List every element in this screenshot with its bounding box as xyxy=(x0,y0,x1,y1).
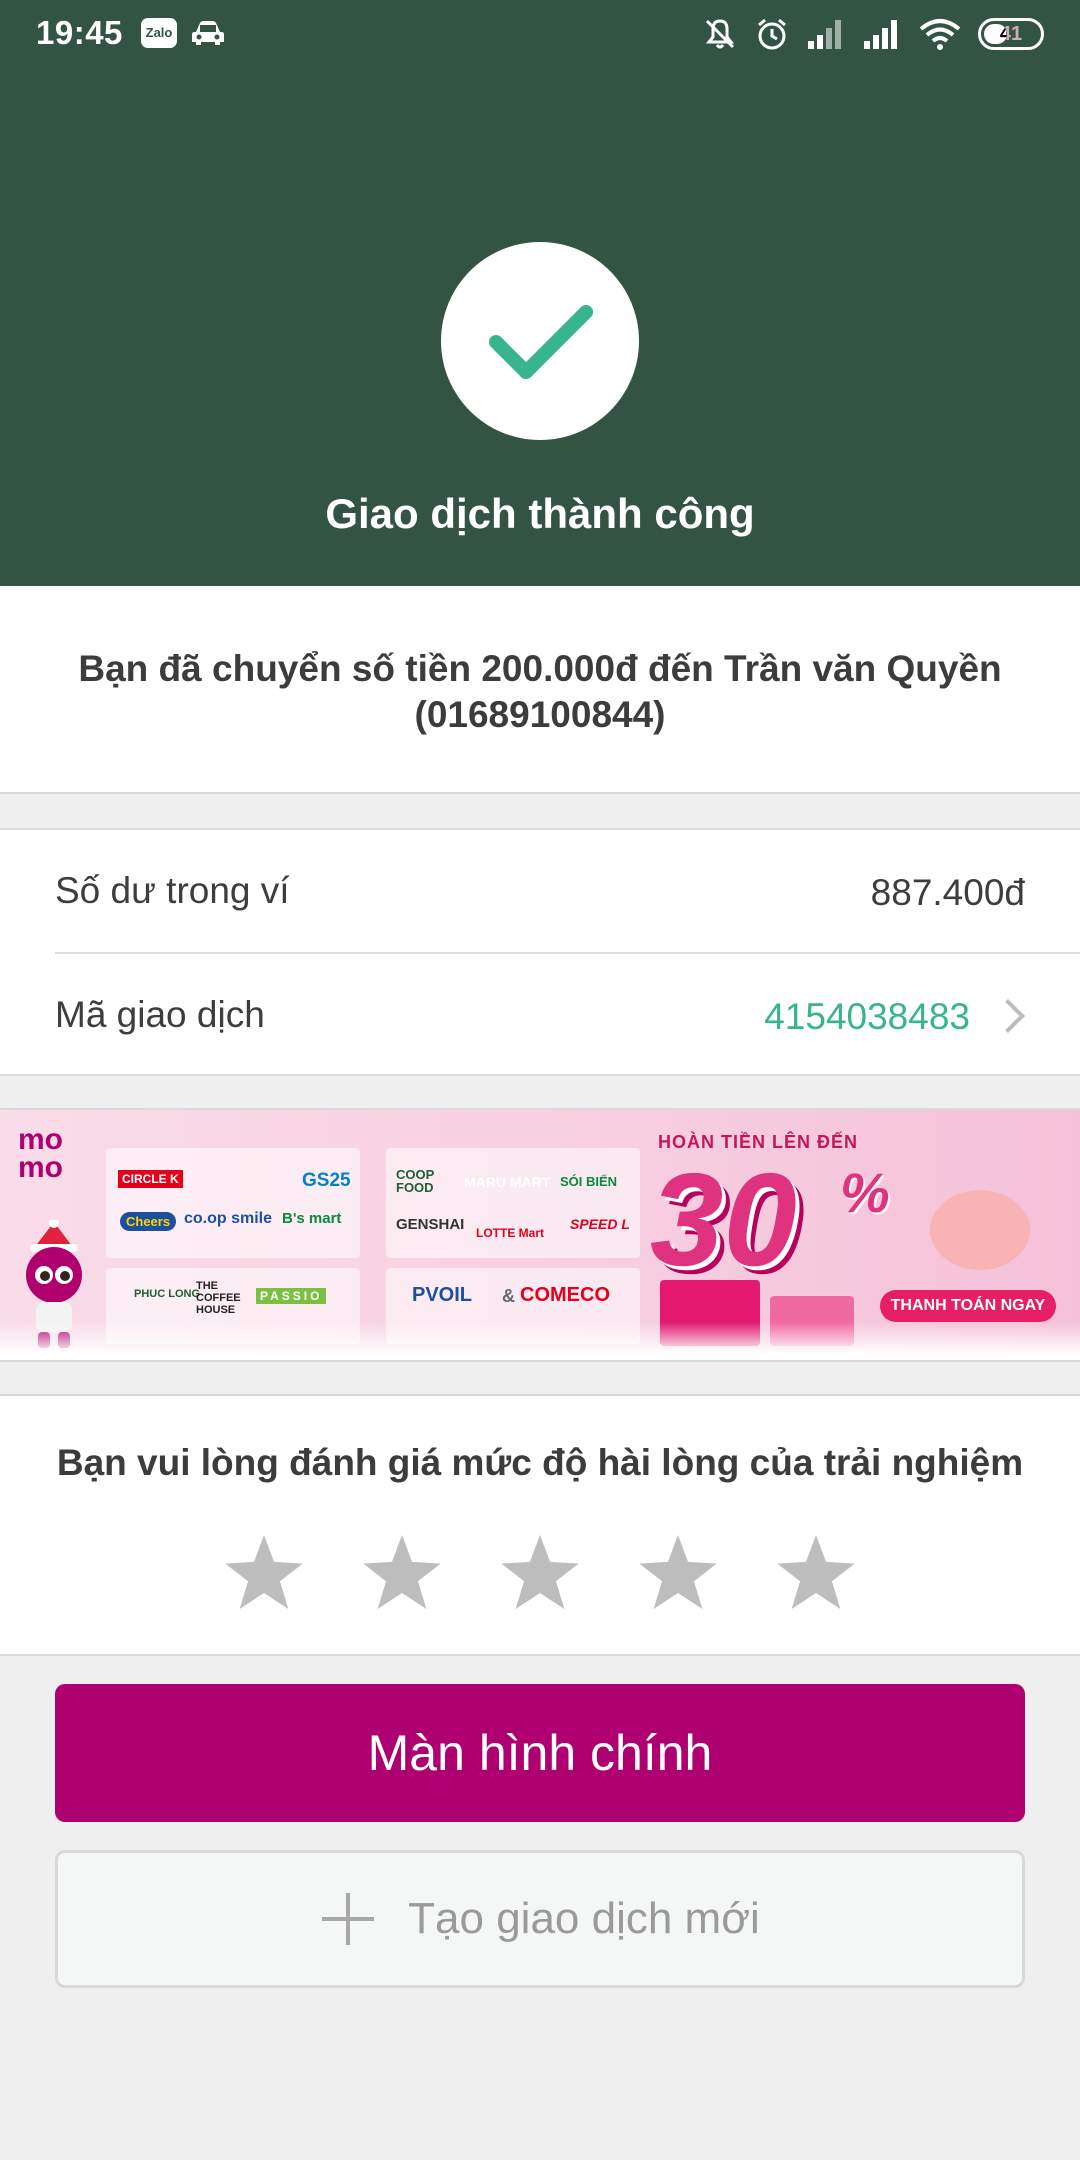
status-icons: 41 xyxy=(702,14,1044,54)
wallet-balance-label: Số dư trong ví xyxy=(55,870,290,911)
percent-sign: % xyxy=(840,1161,890,1224)
brand-logo: B's mart xyxy=(282,1210,342,1227)
star-icon[interactable] xyxy=(360,1530,444,1614)
momo-logo-text: mo mo xyxy=(18,1123,63,1184)
transfer-summary: Bạn đã chuyển số tiền 200.000đ đến Trần … xyxy=(0,586,1080,794)
star-rating xyxy=(0,1530,1080,1614)
brand-logo: GS25 xyxy=(302,1170,351,1191)
star-icon[interactable] xyxy=(498,1530,582,1614)
brand-logo: SÓI BIỂN xyxy=(560,1174,618,1189)
new-transaction-button[interactable]: Tạo giao dịch mới xyxy=(55,1850,1025,1988)
status-time: 19:45 xyxy=(36,14,123,51)
brand-logo: THE COFFEE HOUSE xyxy=(196,1280,241,1316)
star-icon[interactable] xyxy=(222,1530,306,1614)
mute-icon xyxy=(705,19,735,49)
star-icon[interactable] xyxy=(774,1530,858,1614)
rating-section: Bạn vui lòng đánh giá mức độ hài lòng củ… xyxy=(0,1394,1080,1656)
status-bar: 19:45 Zalo 41 xyxy=(0,0,1080,66)
brand-logo: PVOIL xyxy=(412,1284,473,1306)
car-icon xyxy=(192,21,224,45)
transaction-id-label: Mã giao dịch xyxy=(55,994,265,1035)
brand-logo: COMECO xyxy=(520,1284,610,1306)
brand-logo: COOP FOOD xyxy=(396,1167,435,1195)
wallet-balance-value: 887.400đ xyxy=(870,872,1025,913)
alarm-icon xyxy=(758,18,786,50)
promo-banner[interactable]: mo mo CIRCLE K GS25 Cheers co.op smile B… xyxy=(0,1108,1080,1362)
transaction-info: Số dư trong ví 887.400đ Mã giao dịch 415… xyxy=(0,828,1080,1076)
brand-panel-right xyxy=(386,1148,640,1258)
momo-logo: mo mo xyxy=(18,1123,78,1184)
battery-icon: 41 xyxy=(978,18,1044,50)
brand-logo: PHUC LONG xyxy=(134,1288,200,1300)
brand-panel-left xyxy=(106,1148,360,1258)
brand-logo: co.op smile xyxy=(184,1210,273,1227)
brand-logo: PASSIO xyxy=(256,1288,327,1304)
transaction-id-value[interactable]: 4154038483 xyxy=(764,996,970,1038)
success-header: 19:45 Zalo 41 Giao dịch thành công xyxy=(0,0,1080,586)
zalo-icon: Zalo xyxy=(141,18,177,48)
piggy-bank-image xyxy=(930,1190,1030,1270)
chevron-right-icon xyxy=(991,999,1025,1033)
home-screen-button[interactable]: Màn hình chính xyxy=(55,1684,1025,1822)
brand-logo: & xyxy=(502,1286,515,1306)
brand-logo: MARU MART xyxy=(464,1174,551,1190)
snow-decoration xyxy=(0,1322,1080,1360)
brand-logo: GENSHAI xyxy=(396,1216,465,1233)
wallet-balance-row: Số dư trong ví 887.400đ xyxy=(0,830,1080,954)
page-title: Giao dịch thành công xyxy=(325,490,755,537)
brand-logo: Cheers xyxy=(120,1212,177,1231)
brand-logo: SPEED L xyxy=(570,1216,630,1232)
rating-prompt: Bạn vui lòng đánh giá mức độ hài lòng củ… xyxy=(56,1442,1024,1483)
signal-icon xyxy=(808,20,841,49)
star-icon[interactable] xyxy=(636,1530,720,1614)
battery-level: 41 xyxy=(999,23,1023,45)
transaction-id-row[interactable]: Mã giao dịch 4154038483 xyxy=(0,954,1080,1076)
success-badge xyxy=(441,242,639,440)
cashback-percent: 30 xyxy=(650,1146,797,1293)
new-transaction-label: Tạo giao dịch mới xyxy=(408,1894,760,1943)
signal-icon xyxy=(864,20,897,49)
checkmark-icon xyxy=(489,305,593,379)
wifi-icon xyxy=(919,19,961,50)
transfer-message: Bạn đã chuyển số tiền 200.000đ đến Trần … xyxy=(78,648,1002,735)
brand-logo: LOTTE Mart xyxy=(476,1226,544,1240)
brand-logo: CIRCLE K xyxy=(118,1170,183,1188)
plus-icon xyxy=(322,1893,375,1945)
pay-now-button[interactable]: THANH TOÁN NGAY xyxy=(880,1290,1056,1322)
